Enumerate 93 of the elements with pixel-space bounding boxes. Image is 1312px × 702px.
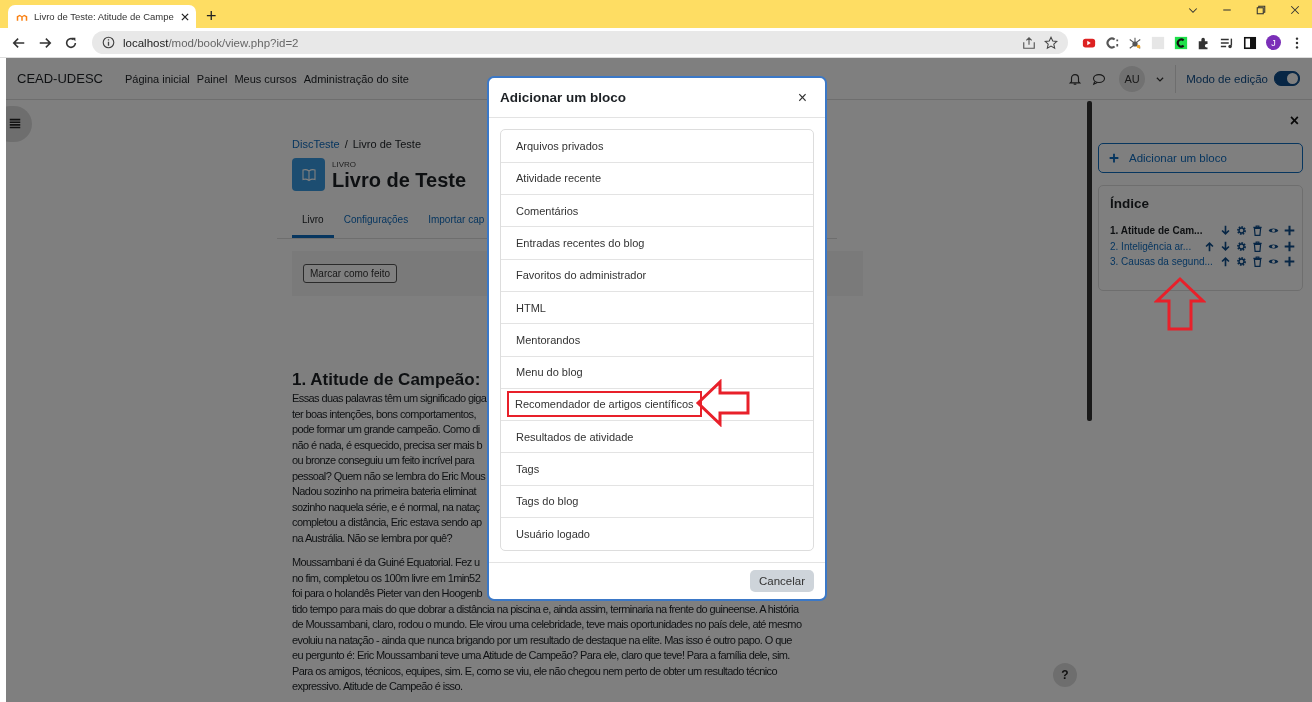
block-option[interactable]: Favoritos do administrador bbox=[507, 262, 656, 289]
browser-tab[interactable]: Livro de Teste: Atitude de Campe bbox=[8, 5, 196, 28]
nav-link[interactable]: Administração do site bbox=[303, 72, 409, 85]
breadcrumb-current: Livro de Teste bbox=[352, 138, 422, 150]
text-line: na Austrália. Não se lembra por quê? bbox=[292, 530, 452, 546]
text-line: no fim, completou os 100m livre em 1min52 bbox=[292, 570, 481, 586]
cancel-button[interactable]: Cancelar bbox=[749, 570, 814, 593]
nav-link[interactable]: Meus cursos bbox=[234, 72, 297, 85]
page-title: Livro de Teste bbox=[332, 169, 467, 191]
url-text: localhost/mod/book/view.php?id=2 bbox=[123, 36, 299, 49]
user-avatar[interactable]: AU bbox=[1119, 65, 1146, 92]
bell-icon[interactable] bbox=[1068, 71, 1083, 86]
reload-icon[interactable] bbox=[64, 35, 78, 50]
block-option[interactable]: Atividade recente bbox=[507, 165, 610, 192]
nav-link[interactable]: Painel bbox=[196, 72, 228, 85]
block-option[interactable]: Usuário logado bbox=[507, 521, 599, 548]
bug-icon[interactable] bbox=[1128, 35, 1142, 50]
site-name[interactable]: CEAD-UDESC bbox=[17, 71, 103, 86]
trash-icon[interactable] bbox=[1252, 256, 1263, 268]
info-icon bbox=[102, 36, 115, 49]
close-icon[interactable] bbox=[179, 11, 190, 22]
text-line: completou a distância, Eric estava sendo ap bbox=[292, 515, 482, 530]
star-icon[interactable] bbox=[1044, 35, 1058, 50]
page-tab[interactable]: Livro bbox=[292, 209, 334, 238]
text-line: não é nada, é esquecido, precisa ser mais b bbox=[292, 437, 483, 453]
arrow-down-icon[interactable] bbox=[1220, 240, 1231, 252]
text-line: pode formar um grande campeão. Como di bbox=[292, 422, 480, 437]
scrollbar[interactable] bbox=[1087, 101, 1092, 421]
text-line: ter boas intenções, bons comportamentos, bbox=[292, 406, 476, 422]
dialog-title: Adicionar um bloco bbox=[500, 90, 626, 106]
plus-icon bbox=[1109, 153, 1119, 163]
arrow-up-icon[interactable] bbox=[1220, 256, 1231, 268]
arrow-down-icon[interactable] bbox=[1220, 225, 1231, 237]
edit-mode-label: Modo de edição bbox=[1186, 72, 1268, 85]
edit-mode-switch[interactable] bbox=[1274, 71, 1300, 86]
text-line: foi para o holandês Pieter van den Hoogenb bbox=[292, 586, 483, 601]
close-button[interactable]: × bbox=[791, 87, 813, 108]
new-tab-button[interactable]: + bbox=[202, 4, 221, 28]
block-option[interactable]: Entradas recentes do blog bbox=[507, 230, 654, 256]
back-icon[interactable] bbox=[12, 35, 26, 50]
close-button[interactable]: × bbox=[1285, 112, 1303, 130]
block-option[interactable]: Menu do blog bbox=[507, 359, 592, 386]
arrow-up-icon[interactable] bbox=[1204, 240, 1215, 252]
side-panel-icon[interactable] bbox=[1243, 35, 1257, 50]
block-option[interactable]: Tags bbox=[507, 456, 549, 483]
list-icon[interactable] bbox=[8, 117, 22, 131]
text-line: Nadou sozinho na primeira bateria eliminat bbox=[292, 484, 476, 499]
text-line: tido tempo para mais do que dobrar a distância na piscina e, ainda assim, terminaria na frente do guineense. A história bbox=[292, 601, 799, 617]
text-line: Moussambani é da Guiné Equatorial. Fez u bbox=[292, 555, 480, 570]
text-line: sozinho naquela série, e é normal, na nataç bbox=[292, 499, 480, 515]
card-title: Índice bbox=[1110, 196, 1150, 211]
text-line: de Moussambani, claro, rodou o mundo. Ele virou uma celebridade, teve mais oportunidades no país dele, até mesmo bbox=[292, 617, 802, 632]
block-option[interactable]: Tags do blog bbox=[507, 488, 588, 515]
text-line: eu pergunto é: Eric Moussambani teve uma Atitude de Campeão? Para ele, claro que teve! Para a família dele, sim. bbox=[292, 648, 790, 663]
text-line: pessoal? Quem não se lembra do Eric Mous bbox=[292, 468, 486, 484]
close-icon[interactable] bbox=[1289, 3, 1301, 16]
text-line: expressivo. Atitude de Campeão é isso. bbox=[292, 679, 463, 694]
plus-icon[interactable] bbox=[1284, 256, 1295, 268]
settings-icon[interactable] bbox=[1236, 225, 1247, 237]
plus-icon[interactable] bbox=[1284, 240, 1295, 252]
block-option[interactable]: Comentários bbox=[507, 197, 588, 224]
chat-icon[interactable] bbox=[1092, 71, 1107, 86]
share-icon[interactable] bbox=[1022, 35, 1036, 50]
chapter-heading: 1. Atitude de Campeão: bbox=[292, 370, 481, 390]
module-type-label: LIVRO bbox=[332, 160, 357, 169]
restore-icon[interactable] bbox=[1255, 3, 1267, 16]
tab-title: Livro de Teste: Atitude de Campe bbox=[34, 11, 174, 22]
puzzle-icon[interactable] bbox=[1197, 35, 1211, 50]
annotation-arrow-left bbox=[695, 379, 751, 427]
book-drawing bbox=[300, 166, 317, 183]
trash-icon[interactable] bbox=[1252, 240, 1263, 252]
profile-avatar[interactable]: J bbox=[1266, 35, 1281, 50]
block-option[interactable]: HTML bbox=[507, 294, 555, 321]
block-option[interactable]: Resultados de atividade bbox=[507, 423, 643, 450]
chapter-link[interactable]: 1. Atitude de Cam... bbox=[1110, 224, 1203, 238]
text-line: Essas duas palavras têm um significado giga bbox=[292, 391, 487, 406]
nav-link[interactable]: Página inicial bbox=[124, 72, 190, 85]
settings-icon[interactable] bbox=[1236, 240, 1247, 252]
help-button[interactable]: ? bbox=[1053, 663, 1077, 687]
block-option[interactable]: Arquivos privados bbox=[507, 133, 613, 160]
mark-done-button[interactable]: Marcar como feito bbox=[303, 264, 398, 283]
text-line: Para os amigos, técnicos, equipes, sim. E, como se viu, ele não chegou nem perto de obter um resultado técnico bbox=[292, 663, 777, 679]
address-field[interactable]: localhost/mod/book/view.php?id=2 bbox=[92, 31, 1068, 54]
trash-icon[interactable] bbox=[1252, 225, 1263, 237]
breadcrumb-separator: / bbox=[344, 138, 348, 150]
block-option[interactable]: Recomendador de artigos científicos bbox=[507, 391, 702, 418]
block-option[interactable]: Mentorandos bbox=[507, 326, 590, 353]
plus-icon[interactable] bbox=[1284, 225, 1295, 237]
text-line: ou bronze conseguiu um feito incrível para bbox=[292, 453, 475, 468]
settings-icon[interactable] bbox=[1236, 256, 1247, 268]
text-line: evoluiu na natação - ainda que nunca brigando por um resultado de destaque na elite. Mas isso é outro papo. O que bbox=[292, 632, 792, 648]
forward-icon[interactable] bbox=[38, 35, 52, 50]
annotation-arrow-up bbox=[1154, 276, 1206, 332]
